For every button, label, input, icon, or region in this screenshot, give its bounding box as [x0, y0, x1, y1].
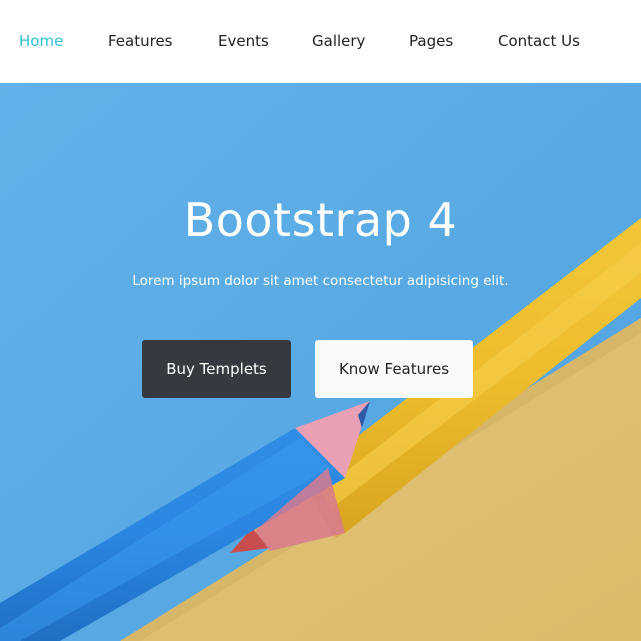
- buy-templets-button[interactable]: Buy Templets: [142, 340, 291, 398]
- nav-item-pages[interactable]: Pages: [409, 31, 453, 51]
- navbar: Home Features Events Gallery Pages Conta…: [0, 0, 641, 83]
- hero-title: Bootstrap 4: [183, 193, 458, 247]
- nav-item-features[interactable]: Features: [108, 31, 173, 51]
- hero-banner: Bootstrap 4 Lorem ipsum dolor sit amet c…: [0, 83, 641, 641]
- nav-item-contact-us[interactable]: Contact Us: [498, 31, 580, 51]
- know-features-button[interactable]: Know Features: [315, 340, 473, 398]
- hero-subtitle: Lorem ipsum dolor sit amet consectetur a…: [132, 273, 509, 289]
- nav-item-gallery[interactable]: Gallery: [312, 31, 365, 51]
- nav-item-home[interactable]: Home: [19, 31, 63, 51]
- nav-menu: Home Features Events Gallery Pages Conta…: [0, 0, 641, 83]
- nav-item-events[interactable]: Events: [218, 31, 269, 51]
- page: Home Features Events Gallery Pages Conta…: [0, 0, 641, 641]
